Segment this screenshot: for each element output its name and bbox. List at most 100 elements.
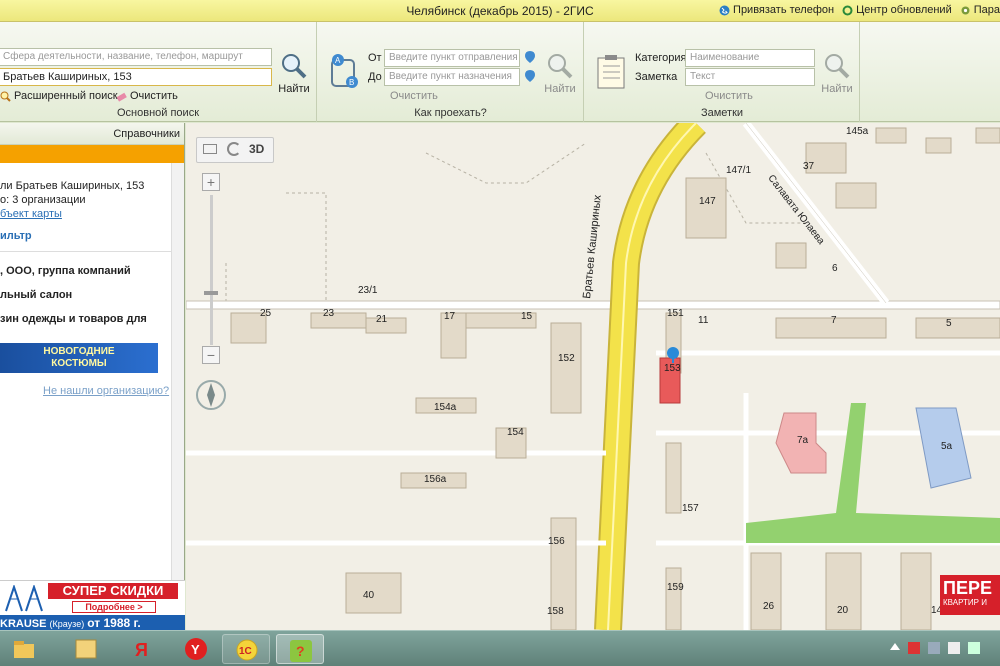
house-number: 20 bbox=[837, 605, 849, 616]
yandex-icon[interactable]: Я bbox=[118, 634, 166, 664]
zoom-in-button[interactable]: + bbox=[202, 173, 220, 191]
tray-battery-icon[interactable] bbox=[948, 642, 960, 654]
svg-text:Я: Я bbox=[135, 640, 148, 660]
costume-banner[interactable]: НОВОГОДНИЕ КОСТЮМЫ bbox=[0, 343, 158, 373]
main-search-title: Основной поиск bbox=[116, 107, 200, 119]
house-number: 17 bbox=[444, 311, 456, 322]
tray-expand-icon[interactable] bbox=[890, 642, 900, 650]
map-canvas[interactable]: 145а 37 147/1 147 6 23/1 25 23 21 17 15 … bbox=[186, 123, 1000, 630]
map-object-link[interactable]: бъект карты bbox=[0, 208, 62, 220]
route-to-label: До bbox=[368, 71, 382, 83]
phone-icon bbox=[719, 5, 730, 15]
panel-scrollbar[interactable] bbox=[171, 163, 184, 630]
yandex-browser-icon[interactable]: Y bbox=[172, 634, 220, 664]
divider bbox=[0, 251, 172, 252]
ribbon: Сфера деятельности, название, телефон, м… bbox=[0, 22, 1000, 122]
link-phone-button[interactable]: Привязать телефон bbox=[719, 4, 834, 16]
house-number: 25 bbox=[260, 308, 272, 319]
route-clear-button[interactable]: Очистить bbox=[390, 90, 438, 102]
filter-link[interactable]: ильтр bbox=[0, 230, 32, 242]
main-find-button[interactable]: Найти bbox=[276, 52, 312, 95]
result-org-count: о: 3 организации bbox=[0, 194, 86, 206]
ad-more-button[interactable]: Подробнее > bbox=[72, 601, 156, 613]
ruler-icon[interactable] bbox=[203, 144, 217, 154]
house-number: 21 bbox=[376, 314, 388, 325]
costume-banner-line1: НОВОГОДНИЕ bbox=[43, 346, 115, 357]
result-item-2[interactable]: льный салон bbox=[0, 289, 72, 301]
house-number: 145а bbox=[846, 126, 869, 137]
notes-text-input[interactable]: Текст bbox=[685, 68, 815, 86]
house-number: 157 bbox=[682, 503, 699, 514]
house-number: 158 bbox=[547, 606, 564, 617]
house-number: 5а bbox=[941, 441, 953, 452]
tray-volume-icon[interactable] bbox=[968, 642, 980, 654]
route-find-button[interactable]: Найти bbox=[542, 52, 578, 95]
result-address: ли Братьев Кашириных, 153 bbox=[0, 180, 145, 192]
house-number: 23/1 bbox=[358, 285, 378, 296]
advanced-search-button[interactable]: Расширенный поиск bbox=[0, 90, 118, 102]
explorer-icon[interactable] bbox=[62, 634, 110, 664]
search-results-panel: Справочники ли Братьев Кашириных, 153 о:… bbox=[0, 123, 185, 631]
search-query-input[interactable]: Сфера деятельности, название, телефон, м… bbox=[0, 48, 272, 66]
title-bar: Челябинск (декабрь 2015) - 2ГИС Привязат… bbox=[0, 0, 1000, 22]
house-number: 6 bbox=[832, 263, 838, 274]
notes-find-button[interactable]: Найти bbox=[819, 52, 855, 95]
zoom-track[interactable] bbox=[210, 195, 213, 345]
notes-title: Заметки bbox=[700, 107, 744, 119]
map-mode-toolbar: 3D bbox=[196, 137, 274, 163]
tray-shield-icon[interactable] bbox=[908, 642, 920, 654]
rotate-icon[interactable] bbox=[227, 142, 241, 156]
house-number: 156 bbox=[548, 536, 565, 547]
krause-ad[interactable]: СУПЕР СКИДКИ Подробнее > KRAUSE (Краузе)… bbox=[0, 580, 185, 631]
map-ad-title: ПЕРЕ bbox=[943, 578, 992, 598]
start-folder-icon[interactable] bbox=[10, 634, 38, 664]
svg-text:B: B bbox=[349, 78, 354, 87]
view-3d-button[interactable]: 3D bbox=[249, 142, 264, 156]
map-ad[interactable]: ПЕРЕ КВАРТИР И bbox=[940, 575, 1000, 615]
tray-network-icon[interactable] bbox=[928, 642, 940, 654]
zoom-handle[interactable] bbox=[204, 291, 218, 295]
route-from-input[interactable]: Введите пункт отправления bbox=[384, 49, 520, 67]
route-find-label: Найти bbox=[544, 83, 576, 95]
magnifier-icon bbox=[282, 54, 307, 79]
house-number: 5 bbox=[946, 318, 952, 329]
clear-search-button[interactable]: Очистить bbox=[116, 90, 178, 102]
panel-header: Справочники bbox=[0, 123, 184, 145]
pin-to-icon[interactable] bbox=[524, 69, 536, 83]
house-number: 15 bbox=[521, 311, 533, 322]
pin-from-icon[interactable] bbox=[524, 50, 536, 64]
eraser-icon bbox=[116, 92, 127, 102]
house-number: 151 bbox=[667, 308, 684, 319]
house-number: 23 bbox=[323, 308, 335, 319]
refresh-icon bbox=[842, 5, 853, 15]
ad-brand: KRAUSE bbox=[0, 618, 47, 630]
zoom-out-button[interactable]: − bbox=[202, 346, 220, 364]
route-ab-icon: A B bbox=[331, 54, 358, 88]
zoom-slider[interactable]: + − bbox=[202, 173, 222, 365]
notes-note-label: Заметка bbox=[635, 71, 678, 83]
notes-group: Категория Заметка Наименование Текст Най… bbox=[585, 22, 860, 122]
2gis-taskbar-icon[interactable]: ? bbox=[276, 634, 324, 664]
params-button[interactable]: Пара bbox=[960, 4, 1000, 16]
notes-category-select[interactable]: Наименование bbox=[685, 49, 815, 67]
update-center-button[interactable]: Центр обновлений bbox=[842, 4, 952, 16]
house-number: 7а bbox=[797, 435, 809, 446]
house-number: 147/1 bbox=[726, 165, 752, 176]
params-label: Пара bbox=[973, 4, 1000, 16]
1c-icon[interactable]: 1С bbox=[222, 634, 270, 664]
panel-orange-bar bbox=[0, 145, 184, 163]
ad-brand-bar: KRAUSE (Краузе) от 1988 г. bbox=[0, 615, 185, 631]
svg-text:Y: Y bbox=[191, 642, 200, 657]
search-address-input[interactable]: Братьев Кашириных, 153 bbox=[0, 68, 272, 86]
route-to-input[interactable]: Введите пункт назначения bbox=[384, 68, 520, 86]
notes-clear-button[interactable]: Очистить bbox=[705, 90, 753, 102]
ad-brand-sub: (Краузе) bbox=[49, 619, 85, 629]
route-group: A B От До Введите пункт отправления Введ… bbox=[318, 22, 584, 122]
result-item-1[interactable]: , ООО, группа компаний bbox=[0, 265, 131, 277]
house-number: 152 bbox=[558, 353, 575, 364]
advanced-search-icon bbox=[0, 91, 11, 102]
route-title: Как проехать? bbox=[414, 107, 487, 119]
not-found-link[interactable]: Не нашли организацию? bbox=[43, 385, 169, 397]
result-item-3[interactable]: зин одежды и товаров для bbox=[0, 313, 147, 325]
directories-menu[interactable]: Справочники bbox=[113, 128, 180, 140]
